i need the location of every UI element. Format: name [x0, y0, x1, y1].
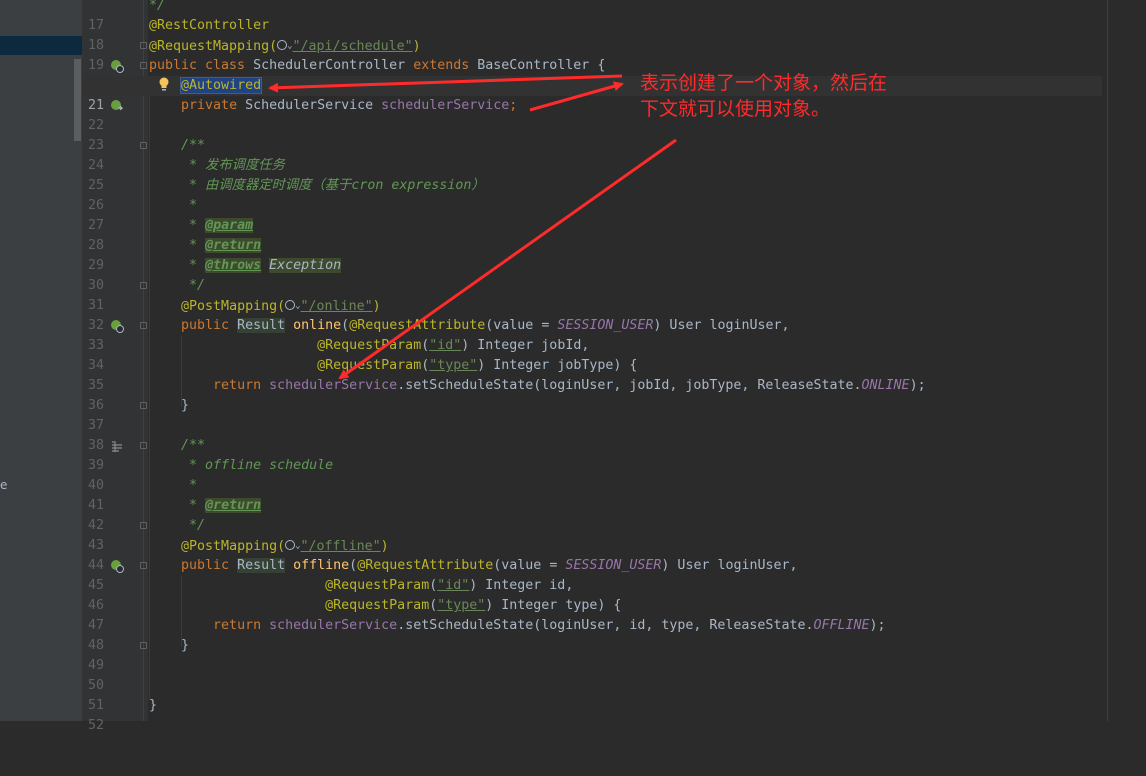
arrow-to-autowired	[268, 74, 623, 93]
arrow-from-field	[529, 81, 624, 112]
annotation-arrows	[268, 74, 677, 380]
arrow-to-usage	[338, 138, 677, 380]
